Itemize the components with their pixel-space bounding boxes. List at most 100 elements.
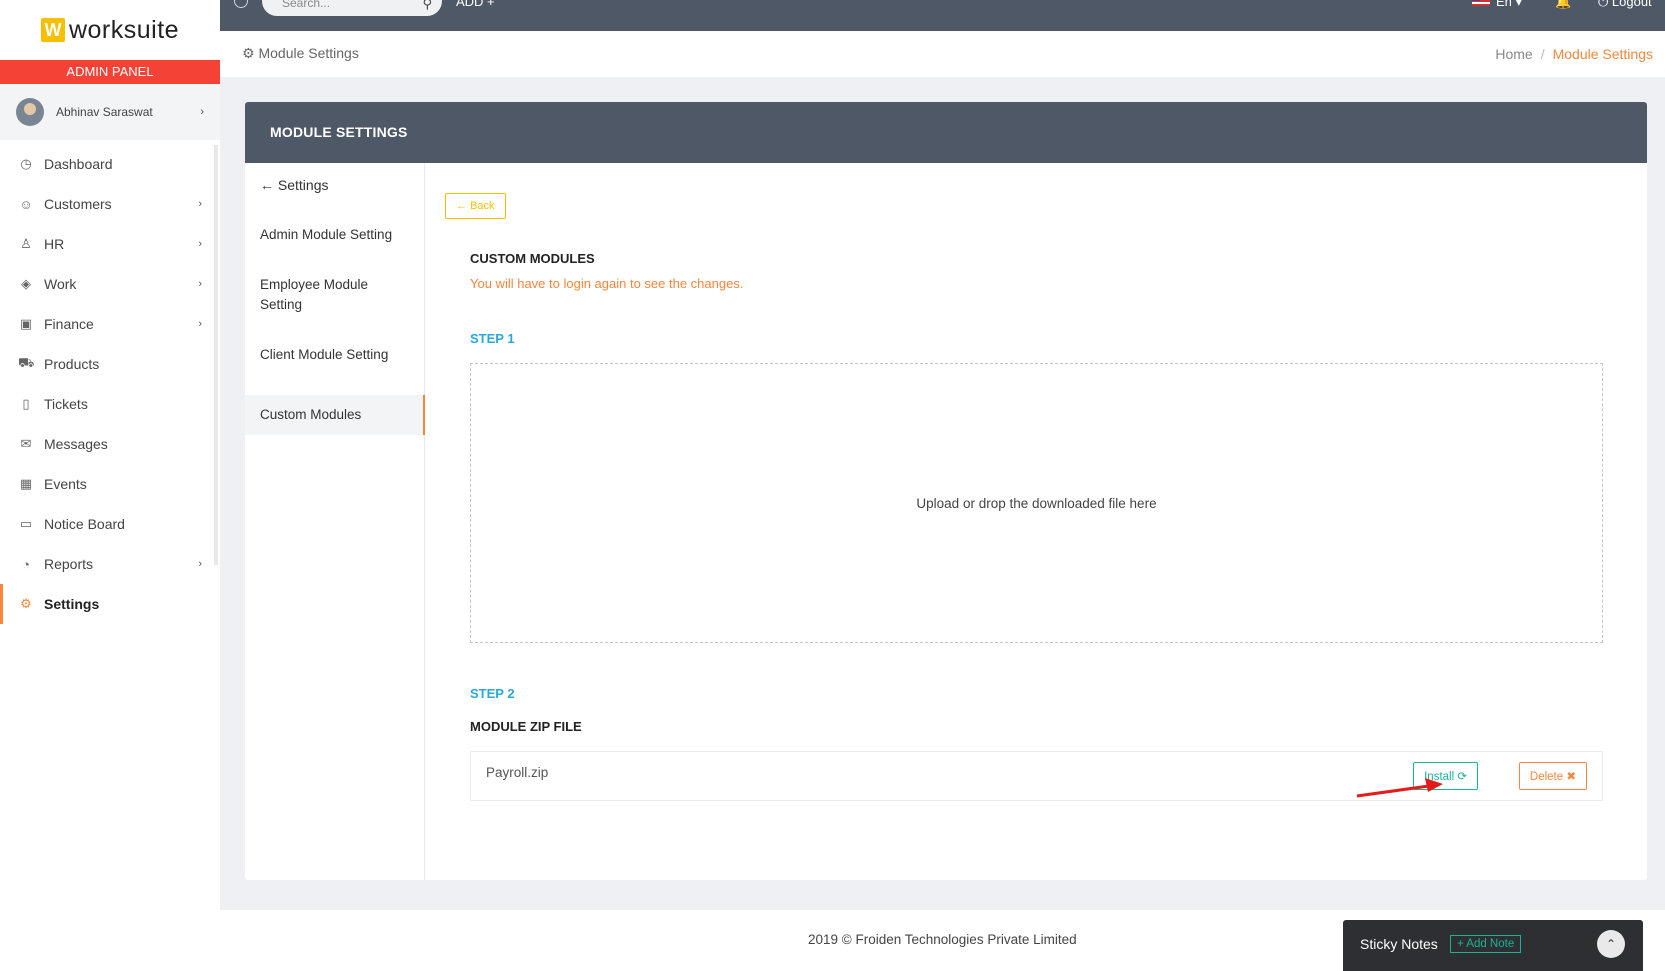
add-button[interactable]: ADD + (456, 0, 495, 9)
sidebar-item-work[interactable]: ◈ Work › (0, 264, 220, 304)
topbar: Search... ⚲ ADD + En ▾ 🔔 ⏻ Logout (220, 0, 1665, 31)
module-settings-card: MODULE SETTINGS ← Settings Admin Module … (245, 102, 1647, 880)
settings-back-link[interactable]: ← Settings (260, 177, 328, 193)
menu-toggle-icon[interactable] (234, 0, 248, 8)
sidebar-item-label: Tickets (44, 396, 88, 412)
search-placeholder: Search... (282, 0, 331, 10)
module-zip-title: MODULE ZIP FILE (470, 719, 582, 734)
chevron-up-icon[interactable]: ⌃ (1597, 930, 1625, 958)
sidebar-item-finance[interactable]: ▣ Finance › (0, 304, 220, 344)
finance-icon: ▣ (19, 316, 33, 331)
user-name: Abhinav Saraswat (56, 105, 153, 119)
sidebar: W worksuite ADMIN PANEL Abhinav Saraswat… (0, 0, 220, 971)
menu-admin-module-setting[interactable]: Admin Module Setting (245, 225, 425, 245)
chevron-right-icon: › (198, 238, 202, 250)
sidebar-item-messages[interactable]: ✉ Messages (0, 424, 220, 464)
chevron-right-icon: › (200, 106, 204, 118)
breadcrumb-separator: / (1540, 46, 1545, 62)
sidebar-item-label: HR (44, 236, 65, 252)
notice-board-icon: ▭ (19, 516, 33, 531)
add-note-button[interactable]: + Add Note (1450, 935, 1522, 953)
step-1-label: STEP 1 (470, 331, 515, 346)
chevron-right-icon: › (198, 318, 202, 330)
language-selector[interactable]: En ▾ (1496, 0, 1522, 10)
delete-button-label: Delete (1529, 771, 1564, 783)
sidebar-item-reports[interactable]: ◔ Reports › (0, 544, 220, 584)
sidebar-item-events[interactable]: ▦ Events (0, 464, 220, 504)
breadcrumb-current: Module Settings (1552, 46, 1653, 62)
hr-icon: ♙ (20, 236, 32, 251)
bell-icon[interactable]: 🔔 (1555, 0, 1571, 10)
back-button-label: Back (470, 200, 495, 212)
sidebar-scrollbar[interactable] (214, 145, 218, 565)
custom-modules-content: ← Back CUSTOM MODULES You will have to l… (425, 163, 1647, 880)
avatar (16, 98, 44, 126)
user-profile[interactable]: Abhinav Saraswat › (0, 84, 220, 140)
card-title: MODULE SETTINGS (245, 102, 1647, 163)
relogin-warning: You will have to login again to see the … (470, 276, 744, 291)
work-icon: ◈ (21, 276, 31, 291)
sticky-notes-title: Sticky Notes (1360, 936, 1438, 952)
close-icon: ✖ (1566, 771, 1576, 783)
search-input[interactable]: Search... ⚲ (262, 0, 442, 16)
sidebar-item-label: Products (44, 356, 100, 372)
chevron-right-icon: › (198, 278, 202, 290)
sidebar-item-label: Settings (44, 596, 100, 612)
sidebar-nav: ◷ Dashboard ☺ Customers › ♙ HR › ◈ Work › ▣ Finance ›… (0, 140, 220, 624)
sidebar-item-label: Messages (44, 436, 108, 452)
logout-button[interactable]: ⏻ Logout (1598, 0, 1652, 10)
sidebar-item-customers[interactable]: ☺ Customers › (0, 184, 220, 224)
sidebar-item-label: Customers (44, 196, 112, 212)
events-icon: ▦ (19, 476, 33, 491)
sidebar-item-tickets[interactable]: ▯ Tickets (0, 384, 220, 424)
settings-back-label: Settings (277, 177, 329, 193)
customers-icon: ☺ (19, 196, 33, 212)
step-2-label: STEP 2 (470, 686, 515, 701)
sidebar-item-products[interactable]: ⛟ Products (0, 344, 220, 384)
sidebar-item-hr[interactable]: ♙ HR › (0, 224, 220, 264)
settings-icon: ⚙ (20, 596, 32, 611)
logo-mark: W (40, 18, 65, 42)
file-name: Payroll.zip (486, 765, 549, 780)
breadcrumb: Home / Module Settings (1495, 46, 1653, 62)
reports-icon: ◔ (22, 556, 30, 572)
breadcrumb-home[interactable]: Home (1495, 46, 1532, 62)
logo[interactable]: W worksuite (0, 0, 220, 60)
chevron-right-icon: › (198, 198, 202, 210)
settings-menu: ← Settings Admin Module Setting Employee… (245, 163, 425, 880)
messages-icon: ✉ (20, 436, 32, 451)
sidebar-item-label: Notice Board (44, 516, 125, 532)
chevron-right-icon: › (198, 558, 202, 570)
sidebar-item-label: Finance (44, 316, 94, 332)
menu-client-module-setting[interactable]: Client Module Setting (245, 345, 425, 365)
sidebar-item-dashboard[interactable]: ◷ Dashboard (0, 144, 220, 184)
tickets-icon: ▯ (22, 396, 30, 411)
sidebar-item-notice-board[interactable]: ▭ Notice Board (0, 504, 220, 544)
sidebar-item-settings[interactable]: ⚙ Settings (0, 584, 220, 624)
search-icon[interactable]: ⚲ (422, 0, 432, 12)
products-icon: ⛟ (18, 355, 35, 370)
menu-employee-module-setting[interactable]: Employee Module Setting (245, 275, 425, 315)
arrow-left-icon: ← (456, 200, 471, 212)
sidebar-item-label: Dashboard (44, 156, 113, 172)
copyright: 2019 © Froiden Technologies Private Limi… (808, 932, 1077, 947)
logo-text: worksuite (68, 15, 180, 44)
sidebar-item-label: Reports (44, 556, 94, 572)
delete-button[interactable]: Delete ✖ (1518, 762, 1587, 790)
file-dropzone[interactable]: Upload or drop the downloaded file here (470, 363, 1603, 643)
annotation-arrow-icon (1356, 778, 1443, 798)
dropzone-text: Upload or drop the downloaded file here (916, 495, 1157, 511)
menu-custom-modules[interactable]: Custom Modules (245, 395, 425, 435)
arrow-left-icon: ← (260, 177, 278, 193)
custom-modules-title: CUSTOM MODULES (470, 251, 595, 266)
gear-icon: ⚙ (242, 45, 259, 61)
page-header: ⚙ Module Settings Home / Module Settings (220, 31, 1665, 77)
dashboard-icon: ◷ (20, 156, 32, 171)
back-button[interactable]: ← Back (445, 193, 506, 219)
page-title-text: Module Settings (258, 45, 359, 61)
sticky-notes-panel[interactable]: Sticky Notes + Add Note ⌃ (1343, 920, 1643, 971)
page-title: ⚙ Module Settings (242, 45, 359, 62)
refresh-icon: ⟳ (1457, 771, 1467, 783)
us-flag-icon[interactable] (1472, 0, 1490, 6)
sidebar-item-label: Events (44, 476, 87, 492)
